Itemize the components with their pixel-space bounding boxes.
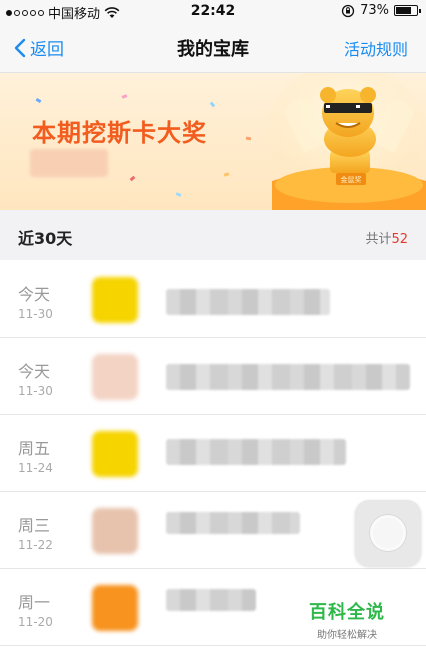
total-count-prefix: 共计 <box>365 232 392 247</box>
battery-fill <box>396 7 411 14</box>
status-right: 73% <box>341 3 421 18</box>
watermark-sub: 助你轻松解决 <box>317 630 377 641</box>
trophy-mascot-illustration: 金鼠奖 <box>266 73 426 210</box>
banner-headline: 本期挖斯卡大奖 <box>32 119 207 147</box>
watermark-main: 百科全说 <box>309 602 385 623</box>
total-count: 共计52 <box>365 228 408 247</box>
record-date: 11-20 <box>18 615 53 629</box>
section-title: 近30天 <box>18 229 73 248</box>
prize-banner[interactable]: 本期挖斯卡大奖 金鼠奖 <box>0 73 426 210</box>
orientation-lock-icon <box>341 4 355 17</box>
assistive-touch-button[interactable] <box>355 500 421 566</box>
list-item[interactable]: 周五 11-24 <box>0 415 426 492</box>
records-list: 今天 11-30 今天 11-30 周五 11-24 周三 11-22 周一 1… <box>0 261 426 646</box>
watermark: 百科全说 助你轻松解决 <box>302 598 392 641</box>
list-item[interactable]: 今天 11-30 <box>0 261 426 338</box>
blurred-record-title <box>166 589 256 611</box>
record-day: 今天 <box>18 285 51 304</box>
assistive-touch-ring <box>370 515 406 551</box>
record-day: 周一 <box>18 593 51 612</box>
record-date: 11-22 <box>18 538 53 552</box>
list-item[interactable]: 今天 11-30 <box>0 338 426 415</box>
record-day: 周五 <box>18 439 51 458</box>
banner-blurred-text <box>30 149 108 177</box>
record-day: 今天 <box>18 362 51 381</box>
battery-percent: 73% <box>360 3 389 18</box>
section-header: 近30天 共计52 <box>0 210 426 260</box>
trophy-label: 金鼠奖 <box>341 175 362 184</box>
blurred-record-title <box>166 289 330 315</box>
record-date: 11-30 <box>18 307 53 321</box>
navigation-bar: 返回 我的宝库 活动规则 <box>0 22 426 73</box>
blurred-record-title <box>166 439 346 465</box>
record-day: 周三 <box>18 516 51 535</box>
record-date: 11-30 <box>18 384 53 398</box>
record-thumbnail <box>92 277 138 323</box>
status-bar: 中国移动 22:42 73% <box>0 0 426 22</box>
blurred-record-title <box>166 364 410 390</box>
record-thumbnail <box>92 508 138 554</box>
record-thumbnail <box>92 585 138 631</box>
activity-rules-link[interactable]: 活动规则 <box>344 36 408 60</box>
record-date: 11-24 <box>18 461 53 475</box>
battery-icon <box>394 5 421 16</box>
record-thumbnail <box>92 431 138 477</box>
total-count-value: 52 <box>391 232 408 247</box>
blurred-record-title <box>166 512 300 534</box>
record-thumbnail <box>92 354 138 400</box>
